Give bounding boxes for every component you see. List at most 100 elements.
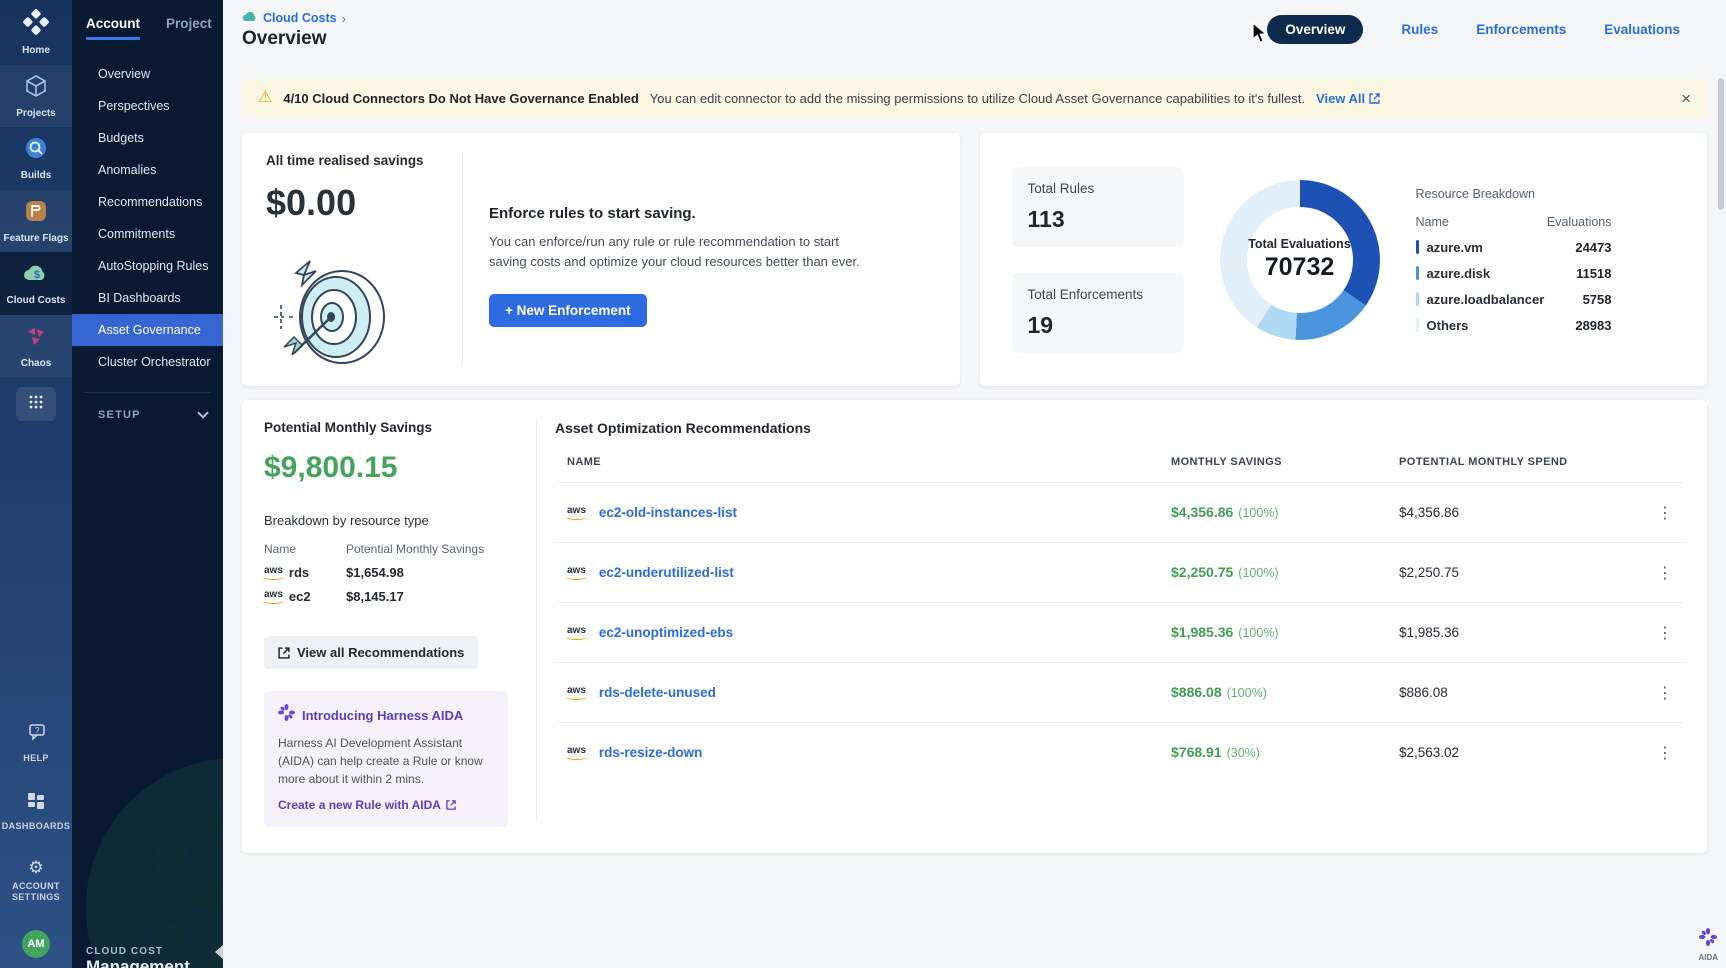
external-link-icon (278, 647, 290, 659)
harness-logo-icon (23, 9, 49, 40)
enforce-promo-text: You can enforce/run any rule or rule rec… (489, 232, 879, 272)
dashboards-button[interactable]: DASHBOARDS (2, 791, 71, 833)
help-button[interactable]: ? HELP (23, 723, 49, 765)
breadcrumb-cloud-costs[interactable]: Cloud Costs (263, 11, 337, 25)
recommendation-link[interactable]: rds-resize-down (599, 745, 703, 760)
rail-item-builds[interactable]: Builds (0, 127, 72, 190)
breakdown-row: azure.vm 24473 (1416, 240, 1612, 255)
table-row: aws ec2-unoptimized-ebs $1,985.36(100%) … (555, 602, 1683, 662)
realised-savings-amount: $0.00 (266, 182, 462, 224)
rail-item-chaos[interactable]: Chaos (0, 315, 72, 378)
help-chat-icon: ? (25, 723, 47, 748)
recommendation-link[interactable]: rds-delete-unused (599, 685, 716, 700)
kebab-menu-icon[interactable]: ⋮ (1647, 503, 1683, 523)
resource-type-row: aws ec2 (264, 589, 346, 604)
governance-stats-card: Total Rules 113 Total Enforcements 19 To… (980, 133, 1708, 386)
table-header: NAME MONTHLY SAVINGS POTENTIAL MONTHLY S… (555, 456, 1683, 482)
feature-flags-icon (24, 199, 48, 228)
rail-item-projects[interactable]: Projects (0, 65, 72, 128)
aida-title: Introducing Harness AIDA (302, 708, 463, 723)
aida-promo-card: Introducing Harness AIDA Harness AI Deve… (264, 691, 508, 827)
kebab-menu-icon[interactable]: ⋮ (1647, 563, 1683, 583)
realised-savings-label: All time realised savings (266, 153, 462, 168)
external-link-icon (446, 800, 456, 810)
tab-enforcements[interactable]: Enforcements (1476, 22, 1566, 37)
breakdown-by-type-label: Breakdown by resource type (264, 513, 508, 528)
main-content: Cloud Costs › Overview Overview Rules En… (223, 0, 1726, 968)
chaos-icon (24, 324, 48, 353)
legend-swatch (1416, 240, 1419, 254)
resource-breakdown: Resource Breakdown Name Evaluations azur… (1416, 187, 1612, 333)
new-enforcement-button[interactable]: + New Enforcement (489, 294, 647, 327)
sidebar-collapse-handle[interactable] (215, 944, 223, 960)
divider (462, 155, 463, 364)
aida-assistant-button[interactable]: AIDA (1698, 928, 1718, 962)
tab-overview[interactable]: Overview (1267, 15, 1363, 44)
module-switcher-button[interactable] (16, 387, 56, 421)
kebab-menu-icon[interactable]: ⋮ (1647, 623, 1683, 643)
sidebar-item-autostopping-rules[interactable]: AutoStopping Rules (72, 250, 223, 282)
sidebar-item-bi-dashboards[interactable]: BI Dashboards (72, 282, 223, 314)
warning-icon: ⚠ (258, 90, 272, 106)
banner-title: 4/10 Cloud Connectors Do Not Have Govern… (283, 91, 638, 106)
sidebar-item-cluster-orchestrator[interactable]: Cluster Orchestrator (72, 346, 223, 378)
aws-icon: aws (567, 566, 586, 580)
cloud-icon (242, 9, 258, 27)
sidebar-item-budgets[interactable]: Budgets (72, 122, 223, 154)
sidebar-footer: CLOUD COST Management (86, 946, 190, 968)
create-rule-with-aida-link[interactable]: Create a new Rule with AIDA (278, 798, 456, 812)
banner-view-all-link[interactable]: View All (1316, 91, 1380, 106)
banner-text: You can edit connector to add the missin… (650, 91, 1305, 106)
aws-icon: aws (264, 566, 283, 580)
sidebar-item-perspectives[interactable]: Perspectives (72, 90, 223, 122)
rail-item-cloud-costs[interactable]: $ Cloud Costs (0, 252, 72, 315)
sidebar-item-recommendations[interactable]: Recommendations (72, 186, 223, 218)
rail-item-feature-flags[interactable]: Feature Flags (0, 190, 72, 253)
aws-icon: aws (567, 686, 586, 700)
chevron-right-icon: › (342, 11, 346, 26)
close-icon[interactable]: × (1681, 90, 1691, 107)
aws-icon: aws (264, 590, 283, 604)
tab-account[interactable]: Account (86, 16, 140, 40)
account-settings-button[interactable]: ⚙ ACCOUNT SETTINGS (12, 859, 60, 904)
rail-item-home[interactable]: Home (0, 0, 72, 65)
view-all-recommendations-button[interactable]: View all Recommendations (264, 636, 478, 669)
kebab-menu-icon[interactable]: ⋮ (1647, 683, 1683, 703)
sidebar-item-commitments[interactable]: Commitments (72, 218, 223, 250)
breakdown-row: Others 28983 (1416, 318, 1612, 333)
governance-warning-banner: ⚠ 4/10 Cloud Connectors Do Not Have Gove… (242, 79, 1707, 117)
recommendation-link[interactable]: ec2-old-instances-list (599, 505, 737, 520)
recommendation-link[interactable]: ec2-underutilized-list (599, 565, 734, 580)
avatar[interactable]: AM (22, 930, 50, 958)
tab-evaluations[interactable]: Evaluations (1604, 22, 1680, 37)
gear-icon: ⚙ (28, 859, 43, 876)
breakdown-row: azure.disk 11518 (1416, 266, 1612, 281)
projects-cube-icon (24, 74, 48, 103)
potential-savings-label: Potential Monthly Savings (264, 420, 508, 435)
chevron-down-icon (197, 407, 208, 418)
realised-savings-card: All time realised savings $0.00 (242, 133, 960, 386)
builds-icon (24, 136, 48, 165)
target-illustration (266, 255, 396, 372)
tab-project[interactable]: Project (166, 16, 212, 40)
sidebar-item-asset-governance[interactable]: Asset Governance (72, 314, 223, 346)
recommendation-link[interactable]: ec2-unoptimized-ebs (599, 625, 733, 640)
resource-type-row: aws rds (264, 565, 346, 580)
grid-icon (28, 394, 44, 415)
sidebar-item-anomalies[interactable]: Anomalies (72, 154, 223, 186)
cloud-costs-icon: $ (22, 261, 50, 290)
aws-icon: aws (567, 506, 586, 520)
scrollbar-thumb[interactable] (1718, 78, 1724, 210)
svg-text:?: ? (35, 726, 40, 735)
legend-swatch (1416, 266, 1419, 280)
kebab-menu-icon[interactable]: ⋮ (1647, 743, 1683, 763)
cloud-costs-sidebar: Account Project Overview Perspectives Bu… (72, 0, 223, 968)
dollar-watermark: $ (148, 763, 223, 968)
tab-rules[interactable]: Rules (1401, 22, 1438, 37)
setup-section-toggle[interactable]: SETUP (72, 393, 223, 421)
potential-savings-amount: $9,800.15 (264, 451, 508, 485)
aws-icon: aws (567, 746, 586, 760)
sidebar-item-overview[interactable]: Overview (72, 58, 223, 90)
aida-flower-icon (1699, 928, 1717, 951)
recommendations-title: Asset Optimization Recommendations (555, 420, 1683, 436)
